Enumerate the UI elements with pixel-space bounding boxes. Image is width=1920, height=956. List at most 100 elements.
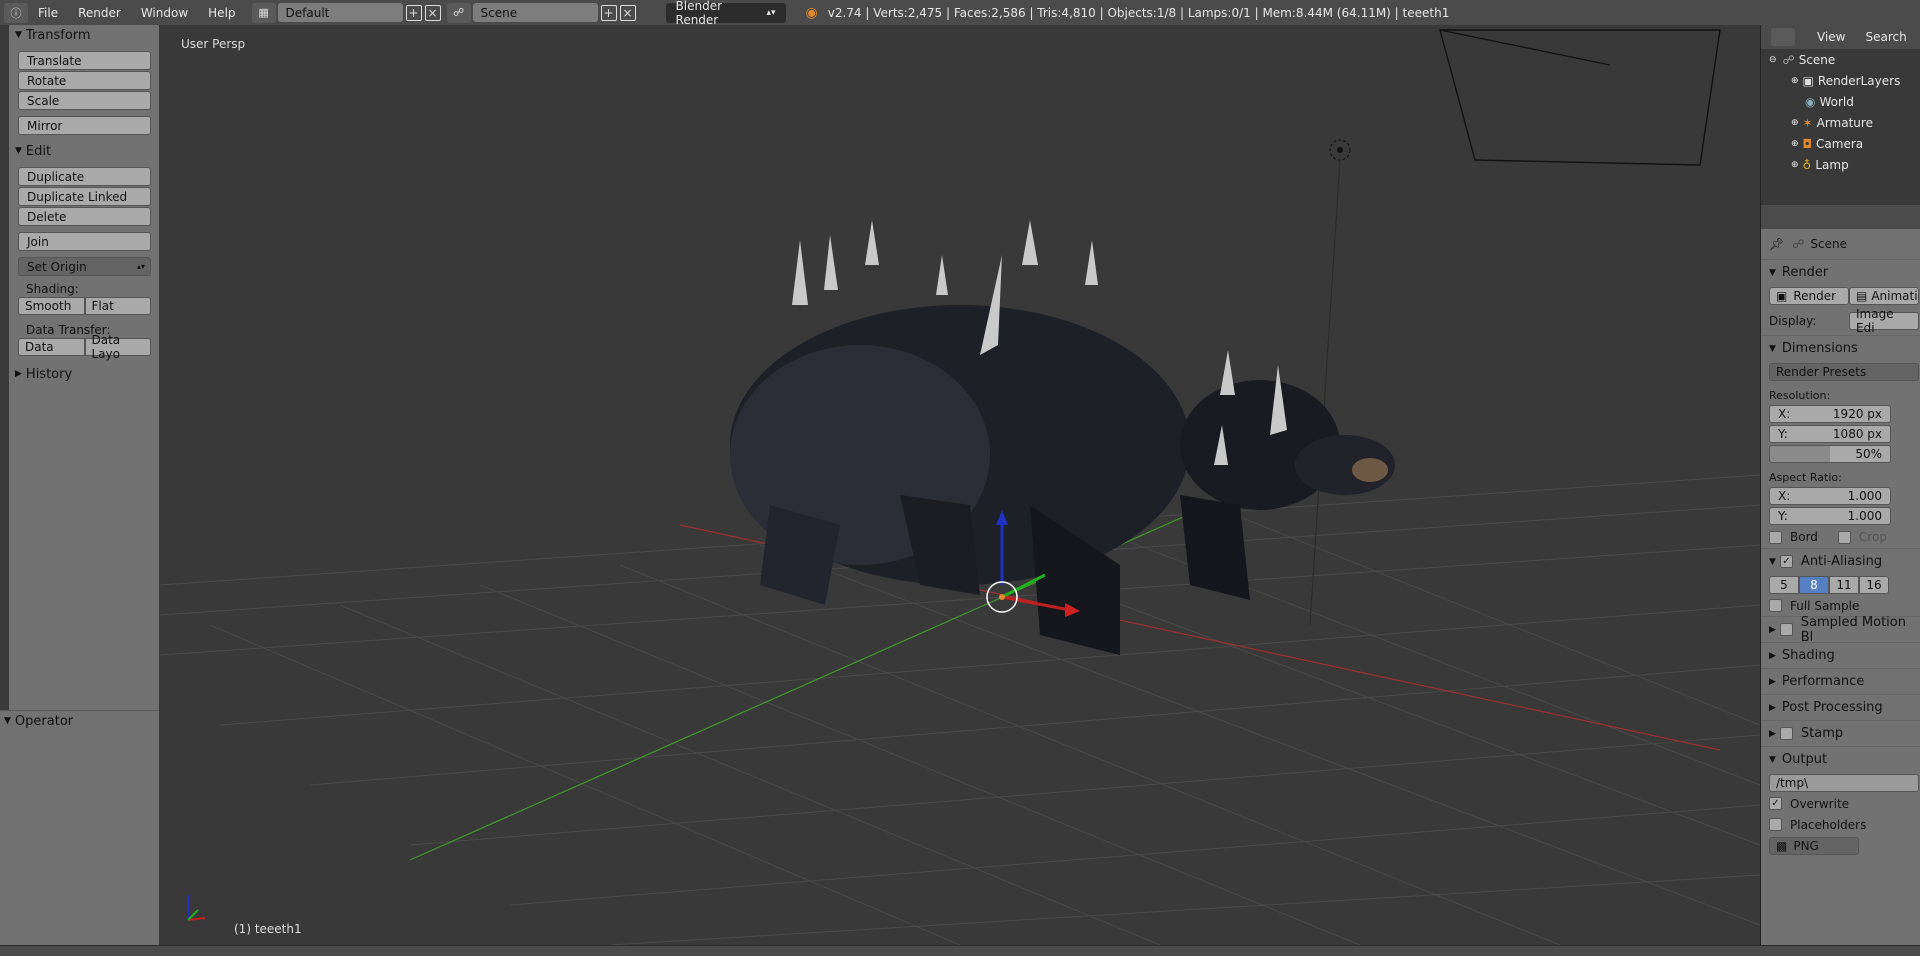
collapsed-triangle-icon: ▶ (1769, 624, 1776, 635)
add-scene-icon[interactable]: + (600, 4, 617, 21)
resolution-percent-row: 50% (1761, 444, 1920, 464)
stamp-panel-header[interactable]: ▶ Stamp (1761, 720, 1920, 746)
duplicate-button[interactable]: Duplicate (18, 167, 151, 186)
translate-button[interactable]: Translate (18, 51, 151, 70)
outliner-item-world[interactable]: ◉ World (1761, 91, 1920, 112)
full-sample-checkbox[interactable] (1769, 599, 1782, 612)
smooth-button[interactable]: Smooth (18, 297, 85, 315)
data-button[interactable]: Data (18, 338, 85, 356)
outliner-view-menu[interactable]: View (1817, 30, 1845, 44)
expand-triangle-icon: ▼ (1769, 267, 1776, 278)
overwrite-checkbox[interactable]: ✓ (1769, 797, 1782, 810)
outliner-item-label: Lamp (1815, 157, 1849, 172)
aa-sample-16[interactable]: 16 (1859, 575, 1889, 594)
history-title: History (25, 366, 73, 382)
aspect-y-field[interactable]: Y: 1.000 (1769, 507, 1891, 525)
aa-sample-8[interactable]: 8 (1799, 575, 1829, 594)
resolution-y-field[interactable]: Y: 1080 px (1769, 425, 1891, 443)
placeholders-checkbox[interactable] (1769, 818, 1782, 831)
scale-button[interactable]: Scale (18, 91, 151, 110)
collapsed-triangle-icon: ▶ (1769, 728, 1776, 739)
resolution-percent-slider[interactable]: 50% (1769, 445, 1891, 463)
res-percent-value: 50% (1855, 447, 1882, 461)
screen-layout-icon[interactable]: ▦ (251, 2, 276, 23)
render-panel-header[interactable]: ▼ Render (1761, 259, 1920, 285)
scene-icon[interactable]: ☍ (446, 2, 471, 23)
flat-button[interactable]: Flat (84, 297, 151, 315)
mini-axis (187, 895, 206, 921)
bord-checkbox[interactable] (1769, 530, 1782, 544)
full-sample-label: Full Sample (1790, 598, 1860, 613)
crop-checkbox[interactable] (1837, 530, 1851, 544)
history-panel-header[interactable]: ▶ History (9, 364, 159, 384)
shading-label: Shading: (26, 281, 79, 296)
join-button[interactable]: Join (18, 232, 151, 251)
output-title: Output (1781, 752, 1828, 767)
shading-panel-header[interactable]: ▶ Shading (1761, 642, 1920, 668)
aa-sample-5[interactable]: 5 (1769, 575, 1799, 594)
menu-file[interactable]: File (28, 6, 68, 20)
post-processing-panel-header[interactable]: ▶ Post Processing (1761, 694, 1920, 720)
pin-icon[interactable]: 📌︎ (1769, 237, 1784, 251)
operator-panel-header[interactable]: ▼ Operator (0, 711, 159, 731)
outliner-item-lamp[interactable]: ⊕ ♁ Lamp (1761, 154, 1920, 175)
scene-field[interactable]: Scene (472, 3, 598, 22)
stamp-checkbox[interactable] (1779, 727, 1793, 740)
edit-panel-header[interactable]: ▼ Edit (9, 141, 159, 161)
delete-button[interactable]: Delete (18, 207, 151, 226)
viewport-header-bar[interactable] (0, 945, 1920, 956)
set-origin-select[interactable]: Set Origin ▴▾ (18, 257, 151, 276)
screen-layout-field[interactable]: Default (277, 3, 403, 22)
motion-blur-checkbox[interactable] (1779, 623, 1793, 636)
expand-icon: ⊕ (1791, 117, 1799, 128)
outliner-item-renderlayers[interactable]: ⊕ ▣ RenderLayers (1761, 70, 1920, 91)
motion-blur-panel-header[interactable]: ▶ Sampled Motion Bl (1761, 615, 1920, 645)
data-layout-button[interactable]: Data Layo (84, 333, 151, 361)
remove-screen-icon[interactable]: × (424, 4, 441, 21)
render-button[interactable]: ▣ Render (1769, 286, 1849, 305)
outliner-item-armature[interactable]: ⊕ ✶ Armature (1761, 112, 1920, 133)
aa-sample-11[interactable]: 11 (1829, 575, 1859, 594)
display-select[interactable]: Image Edi (1849, 307, 1919, 335)
output-path-field[interactable]: /tmp\ (1769, 773, 1919, 792)
camera-icon: ◘ (1802, 136, 1813, 151)
editor-type-info-icon[interactable]: ⓘ (4, 2, 28, 23)
3d-viewport[interactable]: User Persp (1) teeeth1 (160, 25, 1760, 945)
menu-help[interactable]: Help (198, 6, 245, 20)
render-button-label: Render (1793, 288, 1837, 303)
rotate-button[interactable]: Rotate (18, 71, 151, 90)
outliner: View Search ⊖ ☍ Scene ⊕ ▣ RenderLayers ◉… (1760, 25, 1920, 205)
dimensions-panel-header[interactable]: ▼ Dimensions (1761, 335, 1920, 361)
aa-samples-row: 5 8 11 16 (1761, 574, 1920, 595)
outliner-item-camera[interactable]: ⊕ ◘ Camera (1761, 133, 1920, 154)
camera-edge (1439, 29, 1611, 66)
remove-scene-icon[interactable]: × (619, 4, 636, 21)
outliner-item-scene[interactable]: ⊖ ☍ Scene (1761, 49, 1920, 70)
outliner-search-menu[interactable]: Search (1865, 30, 1906, 44)
resolution-x-field[interactable]: X: 1920 px (1769, 405, 1891, 423)
transform-panel-header[interactable]: ▼ Transform (9, 25, 159, 45)
antialiasing-panel-header[interactable]: ▼ ✓ Anti-Aliasing (1761, 548, 1920, 574)
editor-type-icon[interactable] (1771, 28, 1795, 46)
aspect-x-field[interactable]: X: 1.000 (1769, 487, 1891, 505)
performance-panel-header[interactable]: ▶ Performance (1761, 668, 1920, 694)
animation-button[interactable]: ▤ Animati (1849, 286, 1919, 305)
expand-icon: ⊕ (1791, 159, 1799, 170)
output-panel-header[interactable]: ▼ Output (1761, 746, 1920, 772)
duplicate-linked-button[interactable]: Duplicate Linked (18, 187, 151, 206)
renderlayers-icon: ▣ (1802, 73, 1814, 88)
render-engine-select[interactable]: Blender Render ▴▾ (665, 0, 786, 27)
file-format-select[interactable]: ▩ PNG (1769, 836, 1859, 855)
menu-window[interactable]: Window (131, 6, 198, 20)
placeholders-label: Placeholders (1790, 817, 1867, 832)
render-presets-select[interactable]: Render Presets (1769, 362, 1919, 381)
antialiasing-checkbox[interactable]: ✓ (1779, 555, 1793, 568)
menu-render[interactable]: Render (68, 6, 131, 20)
mirror-button[interactable]: Mirror (18, 116, 151, 135)
render-buttons-row: ▣ Render ▤ Animati (1761, 285, 1920, 306)
shading-buttons: Smooth Flat (18, 297, 151, 315)
collapsed-triangle-icon: ▶ (1769, 702, 1776, 713)
add-screen-icon[interactable]: + (405, 4, 422, 21)
top-header: ⓘ File Render Window Help ▦ Default + × … (0, 0, 1920, 27)
bord-label: Bord (1790, 530, 1818, 544)
